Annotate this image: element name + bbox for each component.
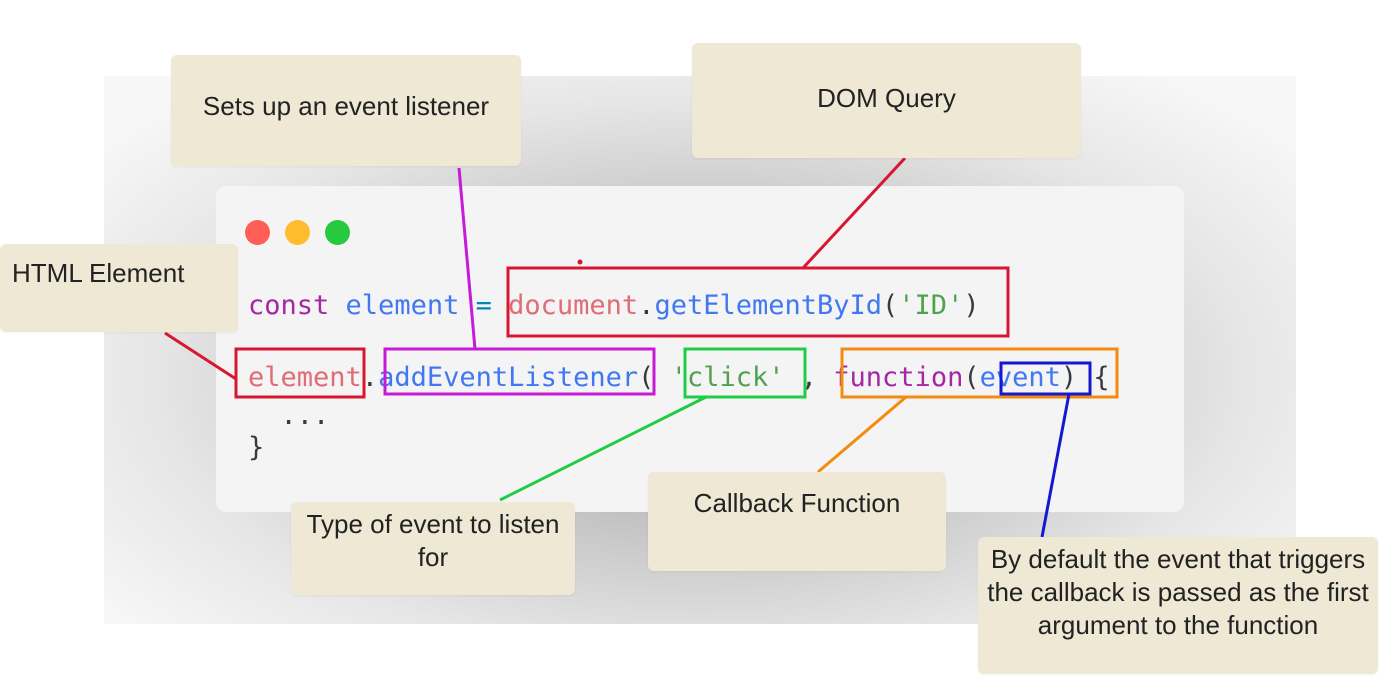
document-object: document: [508, 290, 639, 321]
element-object: element: [248, 362, 362, 393]
callout-html-element: HTML Element: [0, 244, 238, 332]
callout-event-listener: Sets up an event listener: [171, 55, 521, 166]
paren: (: [882, 290, 899, 321]
dot: .: [361, 362, 379, 393]
close-brace: }: [248, 432, 265, 463]
comma: ,: [800, 362, 818, 393]
callout-callback-function: Callback Function: [648, 472, 946, 571]
code-line-2: element.addEventListener( 'click' , func…: [248, 362, 1110, 393]
assign-operator: =: [475, 290, 492, 321]
minimize-window-icon: [285, 220, 310, 245]
paren: (: [638, 362, 655, 393]
const-keyword: const: [248, 290, 330, 321]
callout-default-event: By default the event that triggers the c…: [978, 537, 1378, 674]
code-line-4: }: [248, 432, 264, 463]
callout-dom-query: DOM Query: [692, 43, 1081, 158]
ellipsis: ...: [280, 400, 330, 431]
event-parameter: event: [979, 362, 1061, 393]
dot: .: [638, 290, 655, 321]
function-keyword: function: [833, 362, 964, 393]
paren: ): [1060, 362, 1078, 393]
callout-event-type: Type of event to listen for: [291, 502, 575, 595]
open-brace: {: [1093, 362, 1110, 393]
get-element-by-id-method: getElementById: [654, 290, 883, 321]
add-event-listener-method: addEventListener: [378, 362, 639, 393]
event-type-argument: 'click': [670, 362, 785, 393]
maximize-window-icon: [325, 220, 350, 245]
variable-name: element: [345, 290, 460, 321]
code-line-3: ...: [248, 400, 330, 431]
code-line-1: const element = document.getElementById(…: [248, 290, 980, 321]
paren: (: [963, 362, 980, 393]
close-window-icon: [245, 220, 270, 245]
code-window: [216, 186, 1184, 512]
paren: ): [963, 290, 980, 321]
id-argument: 'ID': [898, 290, 964, 321]
